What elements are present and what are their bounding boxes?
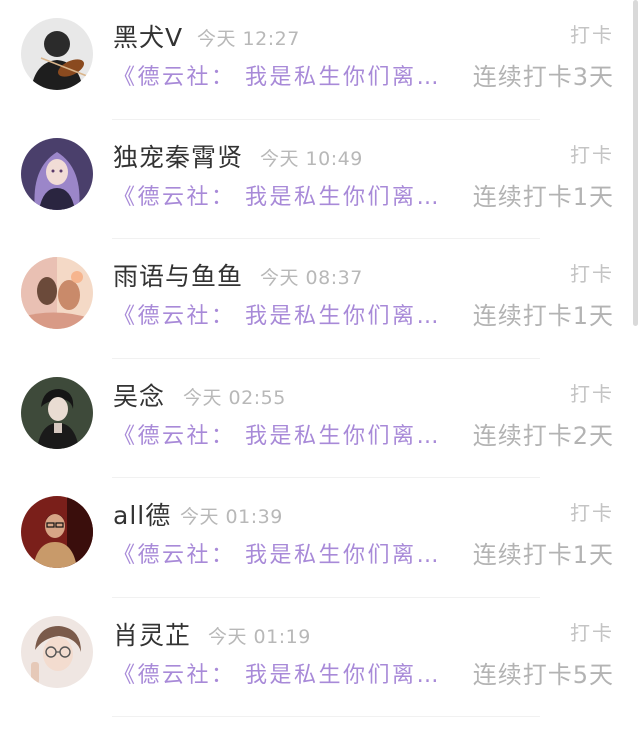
list-item[interactable]: 独宠秦霄贤 今天 10:49 打卡 《德云社： 我是私生你们离… 连续打卡1天	[0, 120, 632, 239]
checkin-tag: 打卡	[570, 142, 614, 167]
checkin-content[interactable]: 《德云社： 我是私生你们离…	[113, 59, 441, 91]
user-name: 独宠秦霄贤	[113, 142, 244, 172]
streak-text: 连续打卡1天	[472, 541, 614, 569]
checkin-time: 今天 01:19	[208, 625, 311, 648]
checkin-tag: 打卡	[570, 501, 614, 525]
list-item[interactable]: all德 今天 01:39 打卡 《德云社： 我是私生你们离… 连续打卡1天	[0, 478, 632, 598]
streak-text: 连续打卡5天	[472, 660, 614, 689]
user-name: 吴念	[113, 381, 166, 411]
avatar[interactable]	[21, 18, 93, 90]
list-item[interactable]: 肖灵芷 今天 01:19 打卡 《德云社： 我是私生你们离… 连续打卡5天	[0, 598, 632, 717]
streak-text: 连续打卡2天	[472, 421, 614, 450]
divider	[112, 716, 540, 717]
user-name: 黑犬V	[113, 23, 184, 52]
user-name: 肖灵芷	[113, 620, 192, 650]
checkin-time: 今天 08:37	[260, 267, 363, 289]
user-name: 雨语与鱼鱼	[113, 262, 244, 291]
avatar[interactable]	[21, 496, 93, 568]
checkin-content[interactable]: 《德云社： 我是私生你们离…	[113, 537, 441, 569]
streak-text: 连续打卡3天	[472, 63, 614, 91]
checkin-tag: 打卡	[570, 620, 614, 645]
streak-text: 连续打卡1天	[472, 182, 614, 211]
streak-text: 连续打卡1天	[472, 302, 614, 330]
checkin-content[interactable]: 《德云社： 我是私生你们离…	[113, 298, 441, 330]
checkin-content[interactable]: 《德云社： 我是私生你们离…	[113, 179, 441, 211]
checkin-time: 今天 02:55	[183, 386, 286, 409]
list-item[interactable]: 吴念 今天 02:55 打卡 《德云社： 我是私生你们离… 连续打卡2天	[0, 359, 632, 478]
user-name: all德	[113, 501, 172, 530]
list-item[interactable]: 雨语与鱼鱼 今天 08:37 打卡 《德云社： 我是私生你们离… 连续打卡1天	[0, 239, 632, 359]
checkin-time: 今天 12:27	[197, 28, 300, 50]
avatar[interactable]	[21, 137, 93, 210]
checkin-time: 今天 10:49	[260, 147, 363, 170]
checkin-content[interactable]: 《德云社： 我是私生你们离…	[113, 418, 441, 450]
avatar[interactable]	[21, 615, 93, 688]
scrollbar[interactable]	[633, 0, 638, 326]
checkin-content[interactable]: 《德云社： 我是私生你们离…	[113, 657, 441, 689]
avatar[interactable]	[21, 376, 93, 449]
avatar[interactable]	[21, 257, 93, 329]
checkin-tag: 打卡	[570, 23, 614, 47]
list-item[interactable]: 黑犬V 今天 12:27 打卡 《德云社： 我是私生你们离… 连续打卡3天	[0, 0, 632, 120]
checkin-tag: 打卡	[570, 262, 614, 286]
checkin-list: 黑犬V 今天 12:27 打卡 《德云社： 我是私生你们离… 连续打卡3天 独宠…	[0, 0, 632, 717]
checkin-tag: 打卡	[570, 381, 614, 406]
checkin-time: 今天 01:39	[180, 506, 283, 528]
